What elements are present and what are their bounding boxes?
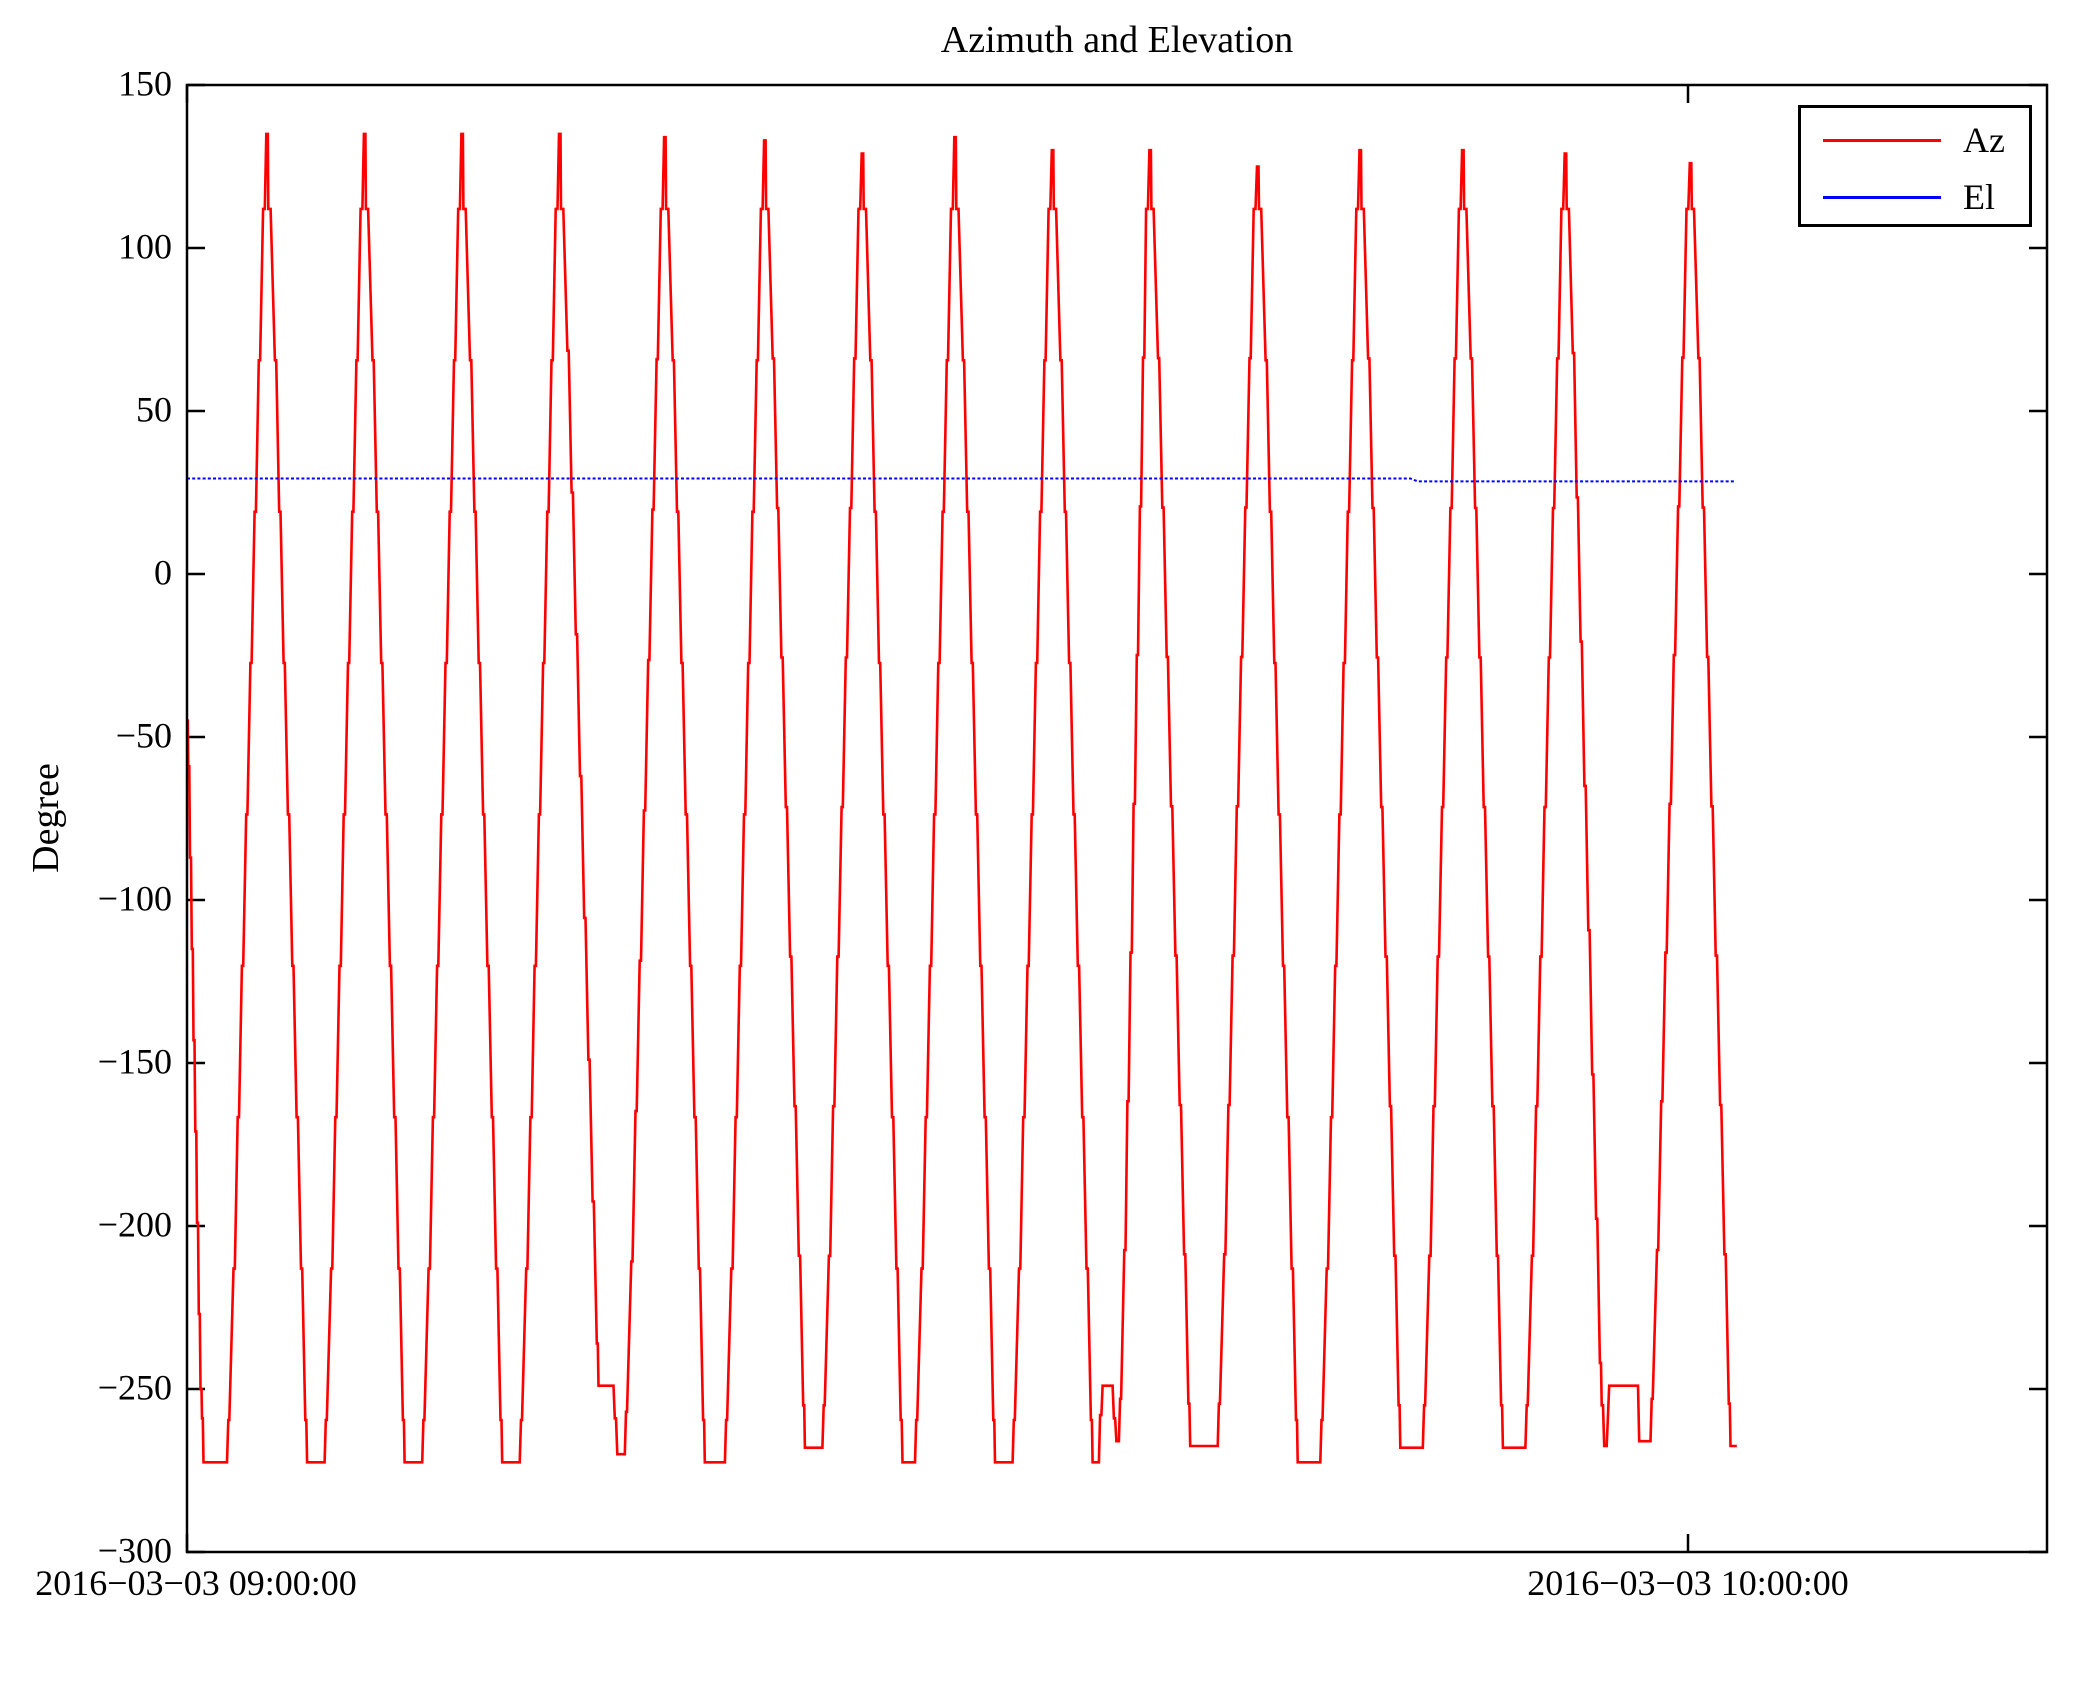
az-line bbox=[186, 132, 1737, 1464]
chart-canvas bbox=[185, 83, 2049, 1554]
y-tick-label: 100 bbox=[118, 226, 172, 267]
plot-data bbox=[186, 132, 1737, 1464]
plot-border bbox=[185, 83, 2049, 1554]
y-axis-label: Degree bbox=[25, 763, 67, 873]
legend-az-row: Az bbox=[1801, 115, 2029, 165]
legend-az-line-swatch bbox=[1823, 138, 1941, 142]
el-line bbox=[187, 477, 1736, 483]
legend-el-label: El bbox=[1963, 177, 1995, 217]
y-tick-label: 150 bbox=[118, 63, 172, 104]
legend-el-line-swatch bbox=[1823, 195, 1941, 199]
y-tick-label: −150 bbox=[97, 1041, 172, 1082]
legend-az-label: Az bbox=[1963, 120, 2005, 160]
x-tick-label: 2016−03−03 09:00:00 bbox=[35, 1563, 357, 1603]
y-tick-label: −50 bbox=[115, 715, 172, 756]
y-tick-label: 0 bbox=[154, 552, 172, 593]
chart-title: Azimuth and Elevation bbox=[940, 19, 1294, 61]
figure: Azimuth and Elevation Degree 150 100 50 0 −5… bbox=[0, 0, 2075, 1683]
legend: Az El bbox=[1798, 105, 2032, 227]
y-tick-label: −250 bbox=[97, 1367, 172, 1408]
legend-el-row: El bbox=[1801, 172, 2029, 222]
y-tick-label: −200 bbox=[97, 1204, 172, 1245]
x-tick-label: 2016−03−03 10:00:00 bbox=[1527, 1563, 1849, 1603]
y-tick-label: −100 bbox=[97, 878, 172, 919]
axis-ticks bbox=[185, 83, 2047, 1554]
y-tick-label: 50 bbox=[136, 389, 172, 430]
